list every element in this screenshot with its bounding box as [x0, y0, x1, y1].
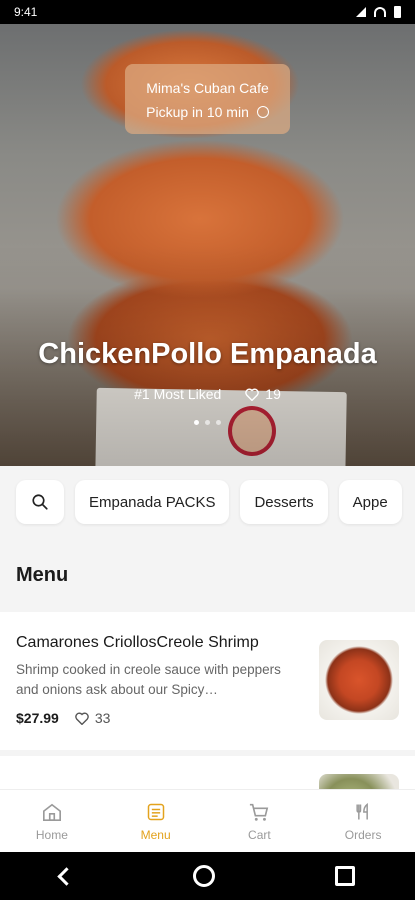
cart-icon: [250, 803, 269, 821]
bottom-tab-bar: Home Menu Cart Orders: [0, 789, 415, 853]
chevron-down-circle-icon: [256, 106, 269, 118]
wifi-icon: [374, 7, 386, 17]
carousel-dot[interactable]: [216, 420, 221, 425]
hero-photo-logo: [228, 406, 276, 456]
tab-label: Menu: [140, 827, 171, 842]
home-circle-icon[interactable]: [193, 865, 215, 887]
restaurant-pill[interactable]: Mima's Cuban Cafe Pickup in 10 min: [125, 64, 290, 134]
signal-icon: [356, 7, 366, 17]
category-chip[interactable]: Empanada PACKS: [75, 480, 230, 524]
fork-knife-icon: [356, 802, 369, 819]
pickup-row: Pickup in 10 min: [125, 100, 290, 124]
tab-orders[interactable]: Orders: [311, 790, 415, 853]
status-icons: [356, 6, 401, 18]
system-navigation-bar: [0, 852, 415, 900]
menu-item[interactable]: Camarones CriollosCreole Shrimp Shrimp c…: [0, 612, 415, 750]
carousel-dot[interactable]: [194, 420, 199, 425]
featured-title: ChickenPollo Empanada: [38, 338, 377, 370]
pickup-time: Pickup in 10 min: [146, 104, 249, 120]
back-icon[interactable]: [57, 866, 76, 886]
carousel-dots: [0, 420, 415, 425]
category-chips: Empanada PACKS Desserts Appe: [16, 480, 402, 524]
menu-item-meta: $27.99 33: [16, 710, 110, 726]
heart-icon: [75, 712, 89, 725]
menu-heading: Menu: [16, 564, 69, 586]
restaurant-name: Mima's Cuban Cafe: [146, 80, 269, 96]
search-icon: [32, 494, 48, 510]
menu-item-like-count: 33: [94, 710, 111, 726]
category-chip[interactable]: Desserts: [240, 480, 328, 524]
status-bar: 9:41: [0, 0, 415, 24]
featured-like-count: 19: [265, 386, 281, 402]
featured-likes: 19: [245, 386, 281, 402]
tab-home[interactable]: Home: [0, 790, 104, 853]
carousel-dot[interactable]: [205, 420, 210, 425]
home-icon: [42, 803, 61, 821]
tab-menu[interactable]: Menu: [104, 790, 208, 853]
menu-item-price: $27.99: [16, 710, 59, 726]
category-chip[interactable]: Appe: [338, 480, 402, 524]
recent-apps-icon[interactable]: [335, 866, 355, 886]
tab-label: Cart: [248, 827, 271, 842]
menu-item-likes[interactable]: 33: [75, 710, 111, 726]
menu-item-name: Camarones CriollosCreole Shrimp: [16, 634, 259, 651]
battery-icon: [394, 6, 401, 18]
menu-item-description: Shrimp cooked in creole sauce with peppe…: [16, 662, 281, 697]
search-button[interactable]: [16, 480, 64, 524]
status-time: 9:41: [14, 5, 38, 19]
heart-icon: [245, 388, 260, 401]
tab-label: Orders: [344, 827, 382, 842]
menu-item-thumbnail: [319, 640, 399, 720]
featured-meta: #1 Most Liked 19: [0, 386, 415, 402]
featured-badge: #1 Most Liked: [134, 386, 222, 402]
tab-label: Home: [35, 827, 68, 842]
menu-icon: [147, 803, 164, 820]
tab-cart[interactable]: Cart: [208, 790, 312, 853]
